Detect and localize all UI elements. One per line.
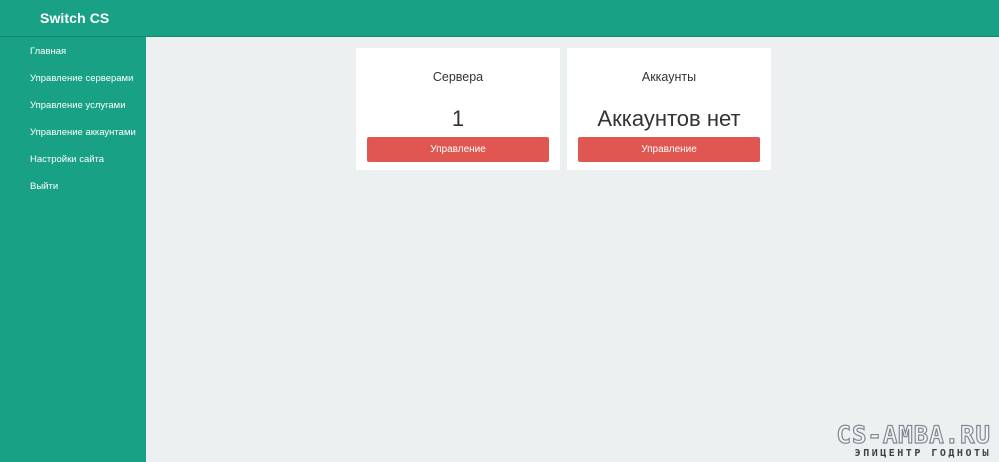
watermark-tagline: ЭПИЦЕНТР ГОДНОТЫ — [854, 448, 991, 459]
accounts-card: Аккаунты Аккаунтов нет Управление — [567, 48, 771, 170]
card-value: Аккаунтов нет — [597, 106, 741, 131]
brand-title[interactable]: Switch CS — [40, 10, 109, 26]
manage-servers-button[interactable]: Управление — [367, 137, 549, 162]
sidebar-item-servers[interactable]: Управление серверами — [0, 65, 146, 92]
sidebar-item-logout[interactable]: Выйти — [0, 173, 146, 200]
card-value: 1 — [451, 106, 465, 131]
top-bar: Switch CS — [0, 0, 999, 37]
watermark-logo: CS-AMBA.RU — [836, 421, 991, 449]
sidebar-item-home[interactable]: Главная — [0, 38, 146, 65]
card-title: Аккаунты — [641, 70, 697, 84]
main-content: Сервера 1 Управление Аккаунты Аккаунтов … — [146, 37, 999, 462]
sidebar-item-settings[interactable]: Настройки сайта — [0, 146, 146, 173]
card-title: Сервера — [432, 70, 484, 84]
sidebar-nav: Главная Управление серверами Управление … — [0, 37, 146, 200]
site-watermark: CS-AMBA.RU ЭПИЦЕНТР ГОДНОТЫ — [836, 421, 992, 460]
sidebar-item-services[interactable]: Управление услугами — [0, 92, 146, 119]
sidebar: Главная Управление серверами Управление … — [0, 37, 146, 462]
servers-card: Сервера 1 Управление — [356, 48, 560, 170]
manage-accounts-button[interactable]: Управление — [578, 137, 760, 162]
sidebar-item-accounts[interactable]: Управление аккаунтами — [0, 119, 146, 146]
